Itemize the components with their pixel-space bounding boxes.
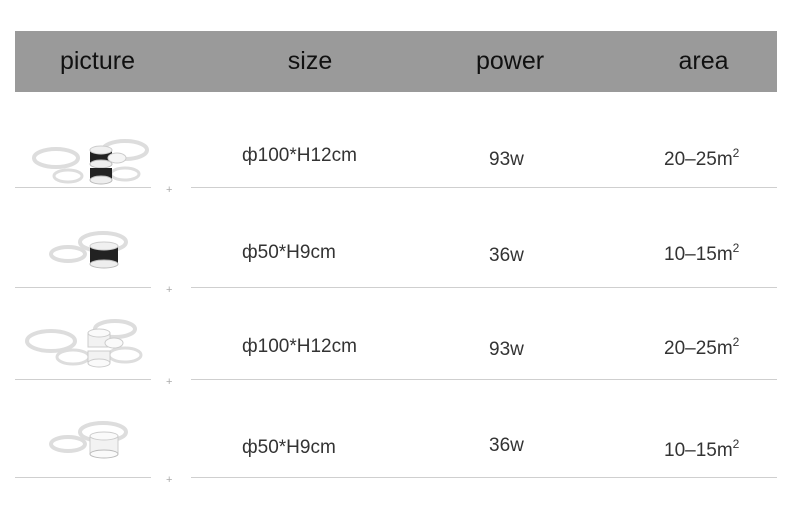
row-divider [191, 187, 777, 188]
header-size: size [287, 47, 333, 75]
table-header: picture size power area [15, 31, 777, 92]
row-divider [15, 187, 151, 188]
row-divider [15, 287, 151, 288]
row-divider [15, 379, 151, 380]
power-value: 36w [489, 435, 524, 456]
header-area: area [678, 47, 729, 75]
size-value: ф100*H12cm [242, 145, 357, 166]
product-image-small-black [49, 231, 128, 269]
table-row: ф100*H12cm 93w 20–25m2 + [15, 310, 777, 390]
power-value: 93w [489, 339, 524, 360]
size-value: ф100*H12cm [242, 336, 357, 357]
plus-mark: + [166, 184, 173, 196]
row-divider [191, 477, 777, 478]
plus-mark: + [166, 474, 173, 486]
area-value: 10–15m2 [664, 437, 740, 461]
plus-mark: + [166, 376, 173, 388]
size-value: ф50*H9cm [242, 437, 336, 458]
row-divider [191, 379, 777, 380]
area-value: 10–15m2 [664, 241, 740, 265]
area-value: 20–25m2 [664, 335, 740, 359]
power-value: 93w [489, 149, 524, 170]
header-picture: picture [59, 47, 136, 75]
power-value: 36w [489, 245, 524, 266]
table-row: ф100*H12cm 93w 20–25m2 + [15, 118, 777, 198]
product-image-small-white [49, 421, 128, 459]
table-row: ф50*H9cm 36w 10–15m2 + [15, 218, 777, 298]
product-image-large-white [25, 319, 143, 368]
area-value: 20–25m2 [664, 146, 740, 170]
row-divider [15, 477, 151, 478]
table-row: ф50*H9cm 36w 10–15m2 + [15, 408, 777, 488]
size-value: ф50*H9cm [242, 242, 336, 263]
plus-mark: + [166, 284, 173, 296]
row-divider [191, 287, 777, 288]
header-power: power [475, 47, 545, 75]
